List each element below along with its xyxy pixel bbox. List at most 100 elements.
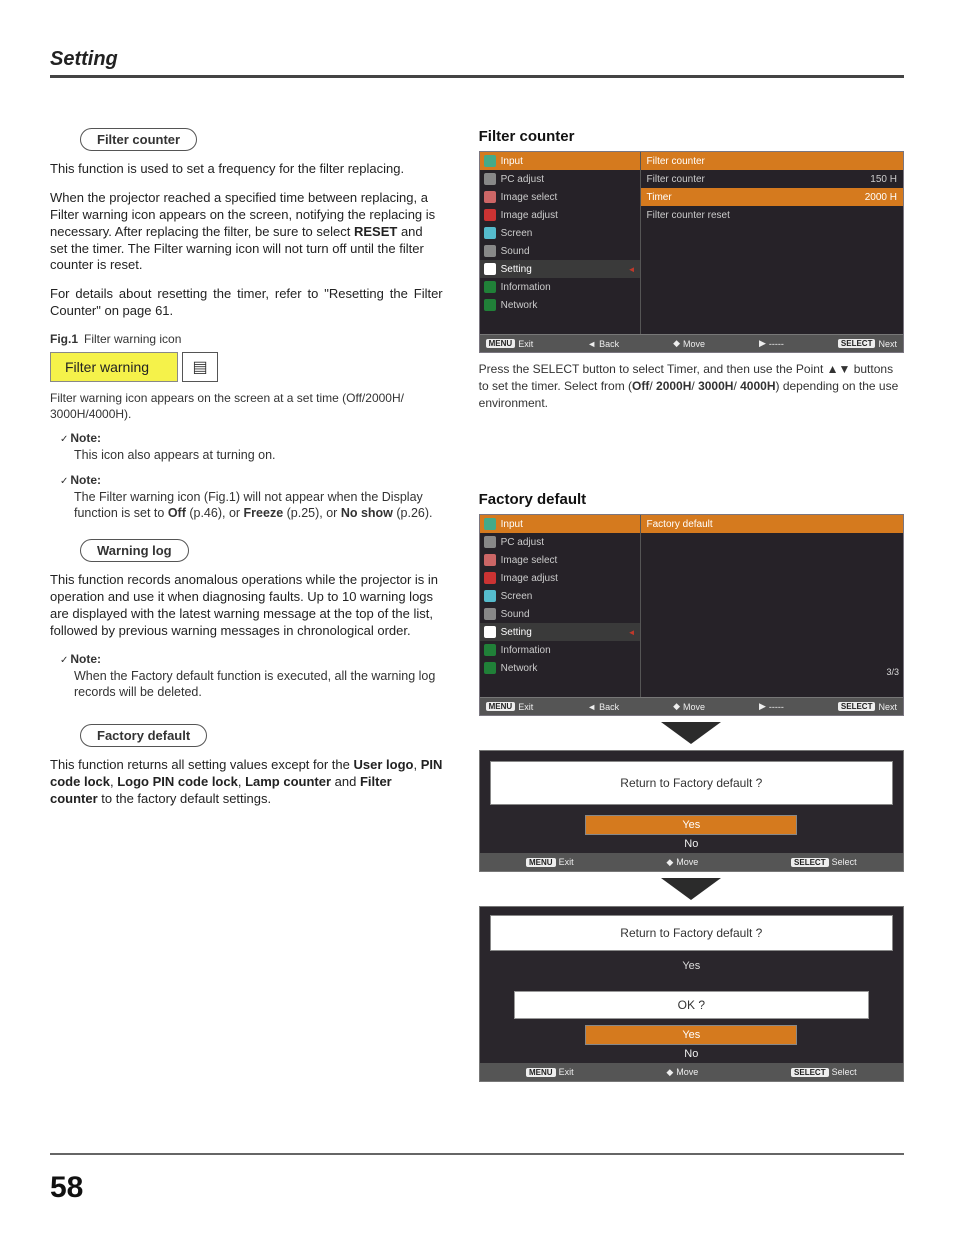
image-adjust-icon xyxy=(484,209,496,221)
back-label: Back xyxy=(599,702,619,712)
screen-icon xyxy=(484,590,496,602)
arrow-down-icon xyxy=(661,878,721,900)
text: PC adjust xyxy=(501,174,544,185)
image-select-icon xyxy=(484,554,496,566)
confirm-footer: MENUExit ◆Move SELECTSelect xyxy=(480,853,903,871)
osd-footer: MENUExit ◄Back ◆Move ▶----- SELECTNext xyxy=(480,697,903,715)
sound-icon xyxy=(484,245,496,257)
back-label: Back xyxy=(599,339,619,349)
osd-item-input[interactable]: Input xyxy=(480,515,640,533)
filter-warning-badge: Filter warning ▤ xyxy=(50,352,218,382)
osd-item-sound[interactable]: Sound xyxy=(480,605,640,623)
text: Image select xyxy=(501,555,558,566)
text: Network xyxy=(501,300,538,311)
text-bold: Logo PIN code lock xyxy=(117,774,238,789)
osd-item-pcadjust[interactable]: PC adjust xyxy=(480,170,640,188)
exit-label: Exit xyxy=(559,857,574,867)
confirm-no-button[interactable]: No xyxy=(585,835,797,853)
osd-item-imageselect[interactable]: Image select xyxy=(480,551,640,569)
osd-item-imageselect[interactable]: Image select xyxy=(480,188,640,206)
text-bold: 3000H xyxy=(698,379,733,393)
filter-counter-desc-1: This function is used to set a frequency… xyxy=(50,161,443,178)
osd-footer: MENUExit ◄Back ◆Move ▶----- SELECTNext xyxy=(480,334,903,352)
text-bold: RESET xyxy=(354,224,397,239)
text: Image adjust xyxy=(501,573,558,584)
setting-icon xyxy=(484,626,496,638)
text: Sound xyxy=(501,246,530,257)
back-arrow-icon: ◄ xyxy=(587,339,596,349)
osd-item-screen[interactable]: Screen xyxy=(480,587,640,605)
osd-row-timer[interactable]: Timer 2000 H xyxy=(641,188,903,206)
text: Setting xyxy=(501,264,532,275)
osd-item-imageadjust[interactable]: Image adjust xyxy=(480,206,640,224)
text: Information xyxy=(501,282,551,293)
osd-item-information[interactable]: Information xyxy=(480,278,640,296)
text: Image select xyxy=(501,192,558,203)
osd-item-pcadjust[interactable]: PC adjust xyxy=(480,533,640,551)
text-bold: Off xyxy=(168,506,186,520)
text: Timer xyxy=(647,192,672,203)
next-arrow-icon: ▶ xyxy=(759,338,766,349)
text: (p.46), or xyxy=(186,506,244,520)
pill-filter-counter: Filter counter xyxy=(80,128,197,151)
arrow-down-icon xyxy=(661,722,721,744)
text: Filter counter reset xyxy=(647,210,730,221)
confirm-yes-button[interactable]: Yes xyxy=(585,815,797,835)
dash-label: ----- xyxy=(769,339,784,349)
osd-item-setting[interactable]: Setting xyxy=(480,260,640,278)
osd-item-information[interactable]: Information xyxy=(480,641,640,659)
menu-badge: MENU xyxy=(486,702,516,711)
osd-item-network[interactable]: Network xyxy=(480,659,640,677)
osd-item-sound[interactable]: Sound xyxy=(480,242,640,260)
move-arrows-icon: ◆ xyxy=(666,857,673,868)
info-icon xyxy=(484,281,496,293)
exit-label: Exit xyxy=(518,702,533,712)
move-label: Move xyxy=(683,339,705,349)
osd-right-panel: Factory default xyxy=(641,515,903,697)
osd-item-imageadjust[interactable]: Image adjust xyxy=(480,569,640,587)
osd-row-filter-counter[interactable]: Filter counter150 H xyxy=(641,170,903,188)
filter-warning-icon: ▤ xyxy=(182,352,218,382)
pill-warning-log: Warning log xyxy=(80,539,189,562)
text-bold: Off xyxy=(632,379,649,393)
setting-icon xyxy=(484,263,496,275)
text-bold: No show xyxy=(341,506,393,520)
text: Network xyxy=(501,663,538,674)
text: Image adjust xyxy=(501,210,558,221)
value: 150 H xyxy=(870,174,897,185)
osd-left-menu: Input PC adjust Image select Image adjus… xyxy=(480,515,641,697)
fig1-caption: Fig.1Filter warning icon xyxy=(50,332,443,346)
osd-item-input[interactable]: Input xyxy=(480,152,640,170)
ok-no-button[interactable]: No xyxy=(585,1045,797,1063)
select-badge: SELECT xyxy=(791,1068,829,1077)
text-bold: 4000H xyxy=(740,379,775,393)
filter-warning-caption: Filter warning icon appears on the scree… xyxy=(50,390,443,422)
move-arrows-icon: ◆ xyxy=(673,701,680,712)
text: This function returns all setting values… xyxy=(50,757,354,772)
osd-item-network[interactable]: Network xyxy=(480,296,640,314)
move-label: Move xyxy=(676,857,698,867)
exit-label: Exit xyxy=(518,339,533,349)
ok-yes-button[interactable]: Yes xyxy=(585,1025,797,1045)
text: Setting xyxy=(501,627,532,638)
osd-row-filter-reset[interactable]: Filter counter reset xyxy=(641,206,903,224)
fig1-label: Fig.1 xyxy=(50,332,78,346)
dash-label: ----- xyxy=(769,702,784,712)
move-arrows-icon: ◆ xyxy=(666,1067,673,1078)
menu-badge: MENU xyxy=(486,339,516,348)
osd-item-setting[interactable]: Setting xyxy=(480,623,640,641)
confirm-dialog-1: Return to Factory default ? Yes No MENUE… xyxy=(479,750,904,872)
filter-warning-label: Filter warning xyxy=(50,352,178,382)
value: 2000 H xyxy=(865,192,897,203)
confirm-answer: Yes xyxy=(480,957,903,975)
warning-log-text: This function records anomalous operatio… xyxy=(50,572,443,640)
osd-right-panel: Filter counter Filter counter150 H Timer… xyxy=(641,152,903,334)
input-icon xyxy=(484,155,496,167)
screen-icon xyxy=(484,227,496,239)
text-bold: Lamp counter xyxy=(245,774,331,789)
note1-text: This icon also appears at turning on. xyxy=(74,447,443,463)
text: (p.26). xyxy=(393,506,433,520)
ok-question-box: OK ? xyxy=(514,991,869,1019)
osd-item-screen[interactable]: Screen xyxy=(480,224,640,242)
select-badge: SELECT xyxy=(838,339,876,348)
